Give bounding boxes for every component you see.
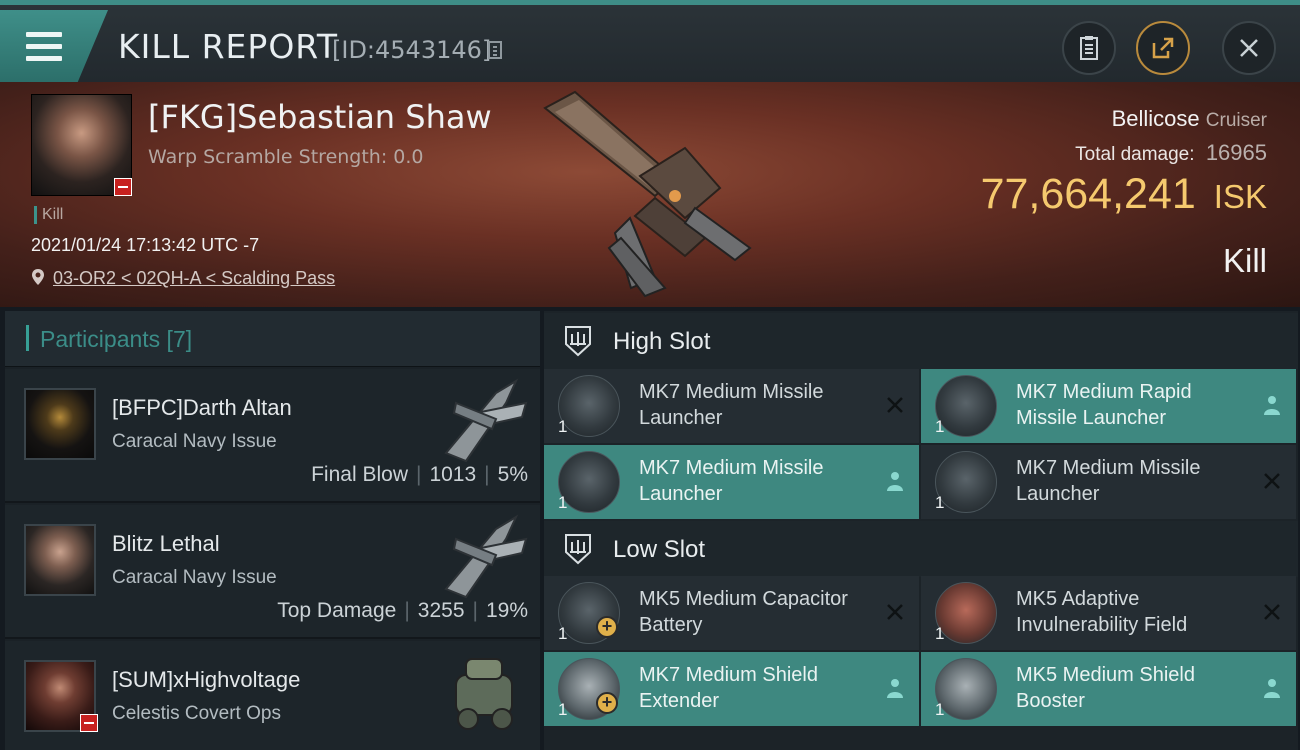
ship-type: Bellicose Cruiser: [1112, 106, 1267, 132]
participant-row[interactable]: [SUM]xHighvoltage Celestis Covert Ops: [5, 641, 540, 750]
participant-name: [SUM]xHighvoltage: [112, 667, 301, 692]
module-item[interactable]: 1 MK7 Medium Missile Launcher: [921, 445, 1296, 519]
participant-ship: Caracal Navy Issue: [112, 431, 277, 452]
high-slot-icon: [565, 326, 591, 357]
participant-ship-image: [444, 514, 528, 599]
isk-amount: 77,664,241: [980, 170, 1196, 218]
dropped-person-icon: [1264, 679, 1280, 698]
clipboard-button[interactable]: [1062, 21, 1116, 75]
participant-ship: Caracal Navy Issue: [112, 567, 277, 588]
avatar: [24, 388, 96, 460]
module-name: MK5 Medium Shield Booster: [1016, 664, 1195, 712]
module-quantity: 1: [935, 624, 945, 643]
participant-name: [BFPC]Darth Altan: [112, 395, 292, 420]
copy-icon[interactable]: [488, 41, 502, 59]
kill-tag: Kill: [34, 206, 63, 224]
participant-row[interactable]: Blitz Lethal Caracal Navy Issue Top Dama…: [5, 505, 540, 639]
participant-percent: 19%: [485, 599, 528, 622]
ship-class: Cruiser: [1205, 110, 1267, 131]
module-quantity: 1: [935, 493, 945, 512]
isk-unit: ISK: [1213, 178, 1267, 215]
low-slot-icon: [565, 534, 591, 565]
participant-stats: Final Blow | 1013 | 5%: [311, 463, 528, 486]
participant-ship: Celestis Covert Ops: [112, 703, 281, 724]
participant-damage: 3255: [417, 599, 465, 622]
module-quantity: 1: [558, 700, 568, 719]
header-accent-bar: [26, 325, 29, 351]
participant-ship-image: [455, 658, 513, 730]
participants-panel: Participants [7] [BFPC]Darth Altan Carac…: [5, 311, 540, 750]
total-damage: Total damage: 16965: [1075, 140, 1267, 166]
module-item[interactable]: 1 MK7 Medium Missile Launcher: [544, 445, 919, 519]
module-quantity: 1: [935, 700, 945, 719]
top-bar: KILL REPORT [ID:4543146]: [0, 0, 1300, 82]
participant-label: Top Damage: [277, 599, 397, 622]
participant-ship-image: [444, 378, 528, 463]
participant-damage: 1013: [429, 463, 477, 486]
warp-scramble-strength: Warp Scramble Strength: 0.0: [148, 146, 424, 168]
participants-title: Participants [7]: [40, 326, 193, 352]
module-quantity: 1: [558, 624, 568, 643]
destroyed-x-icon: [887, 604, 903, 620]
high-slot-title: High Slot: [613, 328, 711, 355]
destroyed-x-icon: [1264, 604, 1280, 620]
hostile-badge-icon: [80, 714, 98, 732]
location-pin-icon: [32, 269, 44, 285]
fitting-panel: High Slot 1 MK7 Medium Missile Launcher …: [544, 311, 1298, 750]
module-item[interactable]: 1 MK5 Adaptive Invulnerability Field: [921, 576, 1296, 650]
isk-value: 77,664,241 ISK: [981, 170, 1267, 219]
module-name: MK7 Medium Rapid Missile Launcher: [1016, 381, 1192, 429]
module-name: MK5 Adaptive Invulnerability Field: [1016, 588, 1188, 636]
ship-name: Bellicose: [1111, 106, 1200, 131]
dropped-person-icon: [887, 679, 903, 698]
destroyed-x-icon: [1264, 473, 1280, 489]
module-name: MK7 Medium Missile Launcher: [639, 381, 824, 429]
low-slot-title: Low Slot: [613, 536, 706, 563]
plus-badge-icon: +: [596, 616, 618, 638]
participant-percent: 5%: [497, 463, 528, 486]
module-item[interactable]: 1 MK5 Medium Shield Booster: [921, 652, 1296, 726]
module-name: MK7 Medium Missile Launcher: [1016, 457, 1201, 505]
menu-button[interactable]: [0, 10, 108, 82]
share-button[interactable]: [1136, 21, 1190, 75]
module-quantity: 1: [558, 493, 568, 512]
participants-header[interactable]: Participants [7]: [5, 311, 540, 367]
participant-name: Blitz Lethal: [112, 531, 220, 556]
victim-name[interactable]: [FKG]Sebastian Shaw: [148, 98, 492, 136]
total-damage-label: Total damage:: [1075, 144, 1195, 165]
dropped-person-icon: [887, 472, 903, 491]
victim-ship-image[interactable]: [535, 88, 760, 298]
total-damage-value: 16965: [1205, 140, 1267, 165]
page-title: KILL REPORT: [118, 27, 338, 66]
share-icon: [1152, 37, 1174, 59]
close-icon: [1240, 39, 1258, 57]
hostile-badge-icon: [114, 178, 132, 196]
participant-stats: Top Damage | 3255 | 19%: [277, 599, 528, 622]
hamburger-menu-icon: [26, 32, 62, 68]
module-quantity: 1: [935, 417, 945, 436]
report-id: [ID:4543146]: [332, 36, 492, 64]
high-slot-header: High Slot: [544, 313, 1298, 369]
module-name: MK7 Medium Shield Extender: [639, 664, 818, 712]
plus-badge-icon: +: [596, 692, 618, 714]
result-label: Kill: [1222, 242, 1267, 279]
module-item[interactable]: 1 MK7 Medium Rapid Missile Launcher: [921, 369, 1296, 443]
module-item[interactable]: 1 MK7 Medium Missile Launcher: [544, 369, 919, 443]
module-name: MK7 Medium Missile Launcher: [639, 457, 824, 505]
avatar: [24, 524, 96, 596]
module-item[interactable]: + 1 MK7 Medium Shield Extender: [544, 652, 919, 726]
low-slot-header: Low Slot: [544, 521, 1298, 577]
module-quantity: 1: [558, 417, 568, 436]
close-button[interactable]: [1222, 21, 1276, 75]
clipboard-icon: [1080, 36, 1098, 60]
participant-row[interactable]: [BFPC]Darth Altan Caracal Navy Issue Fin…: [5, 369, 540, 503]
kill-location-link[interactable]: 03-OR2 < 02QH-A < Scalding Pass: [53, 268, 335, 289]
dropped-person-icon: [1264, 396, 1280, 415]
module-name: MK5 Medium Capacitor Battery: [639, 588, 848, 636]
module-item[interactable]: + 1 MK5 Medium Capacitor Battery: [544, 576, 919, 650]
destroyed-x-icon: [887, 397, 903, 413]
victim-banner: [FKG]Sebastian Shaw Warp Scramble Streng…: [0, 82, 1300, 307]
kill-datetime: 2021/01/24 17:13:42 UTC -7: [31, 235, 260, 255]
participant-label: Final Blow: [311, 463, 408, 486]
